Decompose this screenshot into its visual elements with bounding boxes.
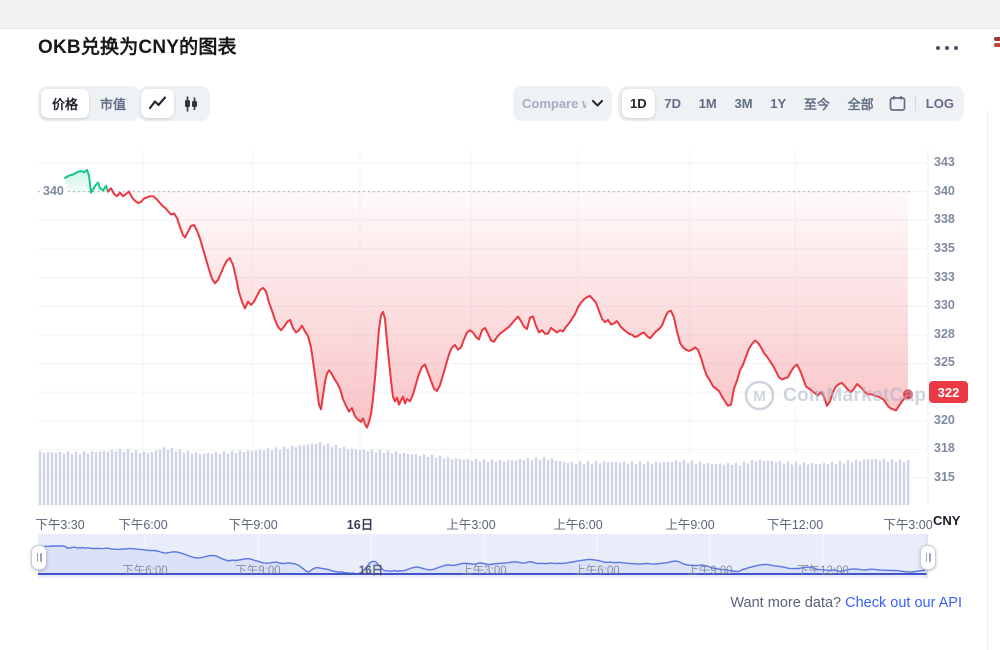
x-axis-label: 上午6:00 (553, 514, 602, 533)
api-promo-row: Want more data? Check out our API (730, 595, 962, 611)
y-axis-label: 325 (934, 355, 968, 369)
navigator-label: 上午6:00 (574, 562, 619, 578)
navigator-label: 上午3:00 (461, 562, 506, 578)
x-axis-label: 下午6:00 (118, 514, 167, 533)
x-axis-label: 下午9:00 (228, 514, 277, 533)
navigator-right-handle[interactable] (920, 545, 936, 570)
navigator-label: 16日 (359, 562, 383, 578)
x-axis-label: 下午12:00 (767, 514, 823, 533)
navigator-label: 下午9:00 (235, 562, 280, 578)
api-prompt-text: Want more data? (730, 595, 845, 611)
api-link[interactable]: Check out our API (845, 595, 962, 611)
navigator-label: 下午12:00 (797, 562, 849, 578)
y-axis-label: 330 (934, 298, 968, 312)
currency-axis-label: CNY (933, 513, 960, 528)
y-axis-label: 315 (934, 470, 968, 484)
previous-close-label: 340 (40, 184, 67, 198)
y-axis-label: 335 (934, 241, 968, 255)
x-axis-label: 下午3:00 (883, 514, 932, 533)
y-axis-label: 328 (934, 327, 968, 341)
price-chart-canvas[interactable] (0, 0, 1000, 650)
navigator-label: 下午6:00 (122, 562, 167, 578)
y-axis-label: 338 (934, 212, 968, 226)
navigator-left-handle[interactable] (31, 545, 47, 570)
y-axis-label: 340 (934, 184, 968, 198)
navigator-label: 上午9:00 (687, 562, 732, 578)
y-axis-label: 343 (934, 155, 968, 169)
x-axis-label: 下午3:30 (35, 514, 84, 533)
y-axis-label: 318 (934, 441, 968, 455)
y-axis-label: 320 (934, 413, 968, 427)
x-axis-label: 16日 (347, 514, 373, 533)
okb-cny-chart-page: { "header": { "title": "OKB兑换为CNY的图表" },… (0, 0, 1000, 650)
y-axis-label: 333 (934, 270, 968, 284)
x-axis-label: 上午9:00 (665, 514, 714, 533)
current-price-badge: 322 (929, 381, 968, 403)
x-axis-label: 上午3:00 (446, 514, 495, 533)
